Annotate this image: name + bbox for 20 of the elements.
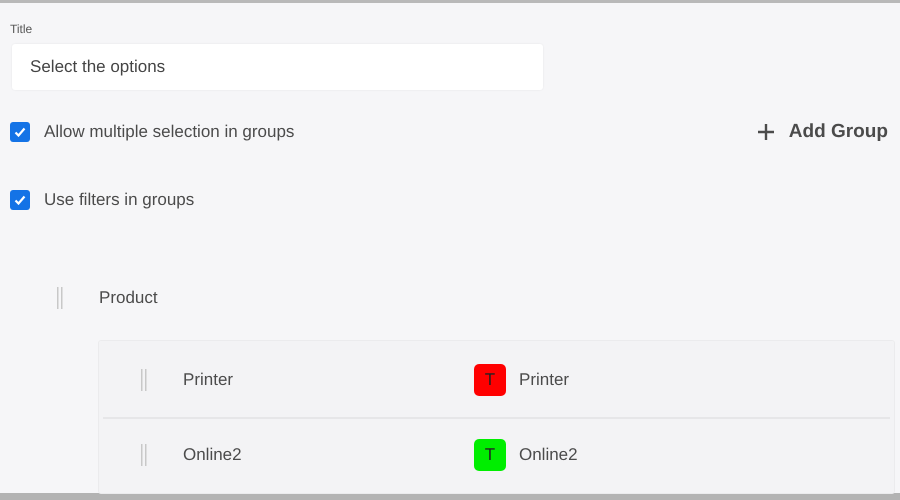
checkbox[interactable]	[10, 122, 30, 142]
check-icon	[14, 127, 26, 137]
title-input-field[interactable]: Select the options	[12, 44, 543, 90]
checkbox-label: Use filters in groups	[44, 189, 194, 212]
tag-badge: T	[474, 439, 506, 471]
drag-handle-icon[interactable]	[141, 369, 147, 391]
plus-icon	[756, 123, 775, 141]
checkbox[interactable]	[10, 190, 30, 210]
tag-badge: T	[474, 364, 506, 396]
field-label: Title	[10, 21, 32, 38]
item-value: Printer	[519, 369, 570, 392]
item-name: Online2	[183, 444, 243, 466]
drag-handle-icon[interactable]	[141, 444, 147, 466]
check-icon	[14, 195, 26, 205]
checkbox-label: Allow multiple selection in groups	[44, 121, 294, 144]
drag-handle-icon[interactable]	[57, 287, 63, 309]
item-value: Online2	[519, 444, 578, 466]
add-group-button[interactable]: Add Group	[756, 98, 888, 166]
group-name: Product	[99, 287, 158, 310]
item-name: Printer	[183, 369, 234, 392]
